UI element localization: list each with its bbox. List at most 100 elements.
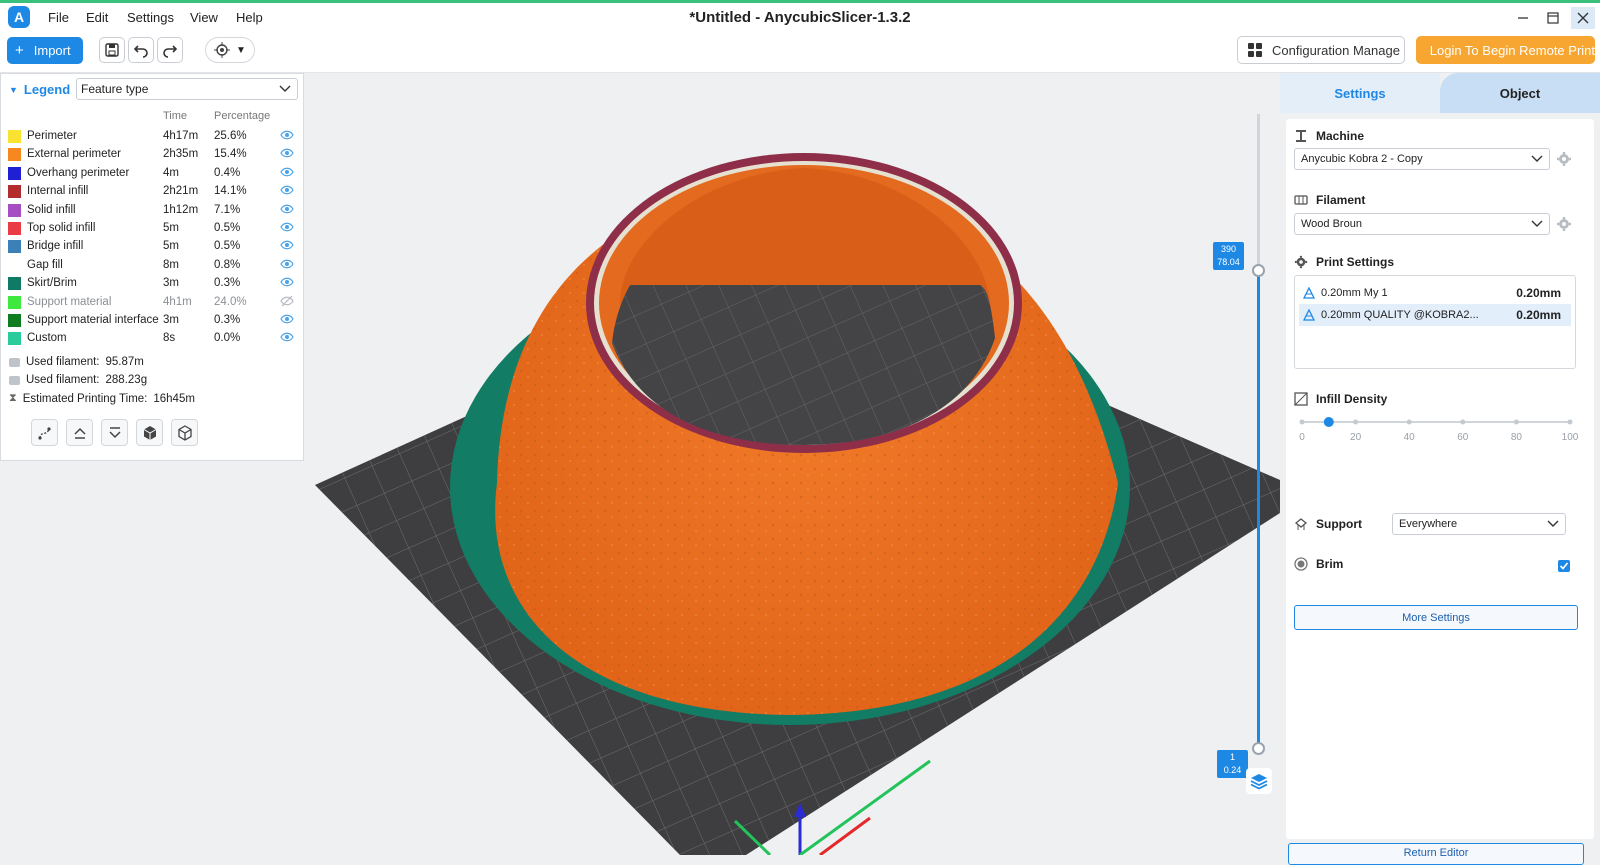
legend-feature-time: 1h12m [163,203,199,216]
legend-swatch [8,277,21,291]
import-button[interactable]: + Import [7,37,83,64]
layer-slider-top-handle[interactable] [1252,264,1265,277]
hourglass-icon: ⧗ [9,392,17,404]
bowl-model[interactable] [495,153,1118,715]
legend-row[interactable]: Gap fill 8m 0.8% [8,257,298,275]
eye-icon[interactable] [280,221,294,233]
legend-row[interactable]: Internal infill 2h21m 14.1% [8,183,298,201]
menu-settings[interactable]: Settings [127,10,174,25]
infill-tick-label: 80 [1510,432,1522,443]
menu-file[interactable]: File [48,10,69,25]
more-settings-button[interactable]: More Settings [1294,605,1578,630]
plus-icon: + [15,42,24,59]
configuration-manage-button[interactable]: Configuration Manage [1237,36,1405,64]
legend-row[interactable]: Custom 8s 0.0% [8,330,298,348]
infill-pattern-icon [1294,392,1308,406]
legend-feature-time: 8m [163,258,179,271]
remote-print-login-button[interactable]: Login To Begin Remote Print [1416,36,1595,64]
view-mode-dropdown[interactable]: ▼ [205,37,255,63]
legend-row[interactable]: Solid infill 1h12m 7.1% [8,202,298,220]
tab-settings[interactable]: Settings [1280,73,1440,113]
layers-button[interactable] [1246,768,1272,794]
legend-feature-name: Overhang perimeter [27,166,130,179]
eye-icon[interactable] [280,258,294,270]
eye-icon[interactable] [280,129,294,141]
menu-edit[interactable]: Edit [86,10,108,25]
return-editor-button[interactable]: Return Editor [1288,843,1584,865]
tab-object[interactable]: Object [1440,73,1600,113]
legend-row[interactable]: Bridge infill 5m 0.5% [8,238,298,256]
toolpath-view-button[interactable] [31,419,58,446]
eye-off-icon[interactable] [280,295,294,307]
legend-swatch [8,258,21,272]
legend-row[interactable]: Skirt/Brim 3m 0.3% [8,275,298,293]
eye-icon[interactable] [280,147,294,159]
legend-row[interactable]: Overhang perimeter 4m 0.4% [8,165,298,183]
undo-button[interactable] [128,37,154,63]
legend-feature-percentage: 25.6% [214,130,247,142]
print-profile-item-selected[interactable]: 0.20mm QUALITY @KOBRA2... 0.20mm [1299,304,1571,326]
infill-slider-handle[interactable] [1323,417,1334,427]
legend-feature-name: Solid infill [27,203,76,216]
save-button[interactable] [99,37,125,63]
menu-view[interactable]: View [190,10,218,25]
eye-icon[interactable] [280,331,294,343]
layer-slider-track-upper [1257,114,1260,274]
eye-icon[interactable] [280,203,294,215]
machine-gear-icon[interactable] [1556,151,1572,167]
maximize-button[interactable] [1541,7,1565,29]
eye-icon[interactable] [280,184,294,196]
infill-density-slider[interactable] [1294,415,1578,429]
legend-feature-time: 4m [163,166,179,179]
machine-select[interactable]: Anycubic Kobra 2 - Copy [1294,148,1550,170]
user-icon [1424,43,1425,57]
brim-icon [1294,557,1308,571]
support-select[interactable]: Everywhere [1392,513,1566,535]
menu-help[interactable]: Help [236,10,263,25]
eye-icon[interactable] [280,313,294,325]
legend-feature-name: Support material interface [27,314,159,326]
layer-slider-bottom-handle[interactable] [1252,742,1265,755]
legend-row[interactable]: Perimeter 4h17m 25.6% [8,128,298,146]
solid-view-button[interactable] [136,419,163,446]
legend-row[interactable]: Support material 4h1m 24.0% [8,294,298,312]
chevron-up-double-icon [73,427,86,439]
legend-feature-time: 8s [163,332,176,345]
infill-tick-label: 60 [1457,432,1469,443]
legend-feature-name: External perimeter [27,148,121,161]
legend-feature-percentage: 15.4% [214,148,247,161]
redo-button[interactable] [157,37,183,63]
wireframe-view-button[interactable] [171,419,198,446]
machine-section-title: Machine [1294,129,1364,143]
legend-feature-percentage: 0.5% [214,222,241,234]
infill-slider-tick [1299,419,1305,425]
legend-type-select[interactable]: Feature type [76,78,298,100]
print-settings-section-title: Print Settings [1294,255,1394,269]
legend-feature-percentage: 14.1% [214,185,247,198]
legend-toggle[interactable]: ▼ Legend [9,82,70,97]
column-time: Time [163,110,188,122]
infill-slider-tick [1406,419,1412,425]
legend-feature-name: Bridge infill [27,240,84,253]
layer-down-button[interactable] [101,419,128,446]
legend-row[interactable]: Top solid infill 5m 0.5% [8,220,298,238]
chevron-down-icon [1531,220,1543,227]
right-panel: Settings Object Machine Anycubic Kobra 2… [1280,73,1600,855]
grid-icon [1248,43,1262,57]
brim-checkbox[interactable] [1558,560,1570,572]
printer-frame-icon [1296,130,1306,142]
eye-icon[interactable] [280,166,294,178]
print-profile-item[interactable]: 0.20mm My 1 0.20mm [1299,282,1571,304]
profile-layers-icon [1303,309,1315,321]
close-button[interactable] [1571,7,1595,29]
import-label: Import [33,43,71,58]
filament-select[interactable]: Wood Broun [1294,213,1550,235]
minimize-button[interactable] [1511,7,1535,29]
filament-gear-icon[interactable] [1556,216,1572,232]
legend-row[interactable]: Support material interface 3m 0.3% [8,312,298,330]
eye-icon[interactable] [280,276,294,288]
legend-row[interactable]: External perimeter 2h35m 15.4% [8,146,298,164]
eye-icon[interactable] [280,239,294,251]
layer-up-button[interactable] [66,419,93,446]
infill-slider-tick [1353,419,1359,425]
